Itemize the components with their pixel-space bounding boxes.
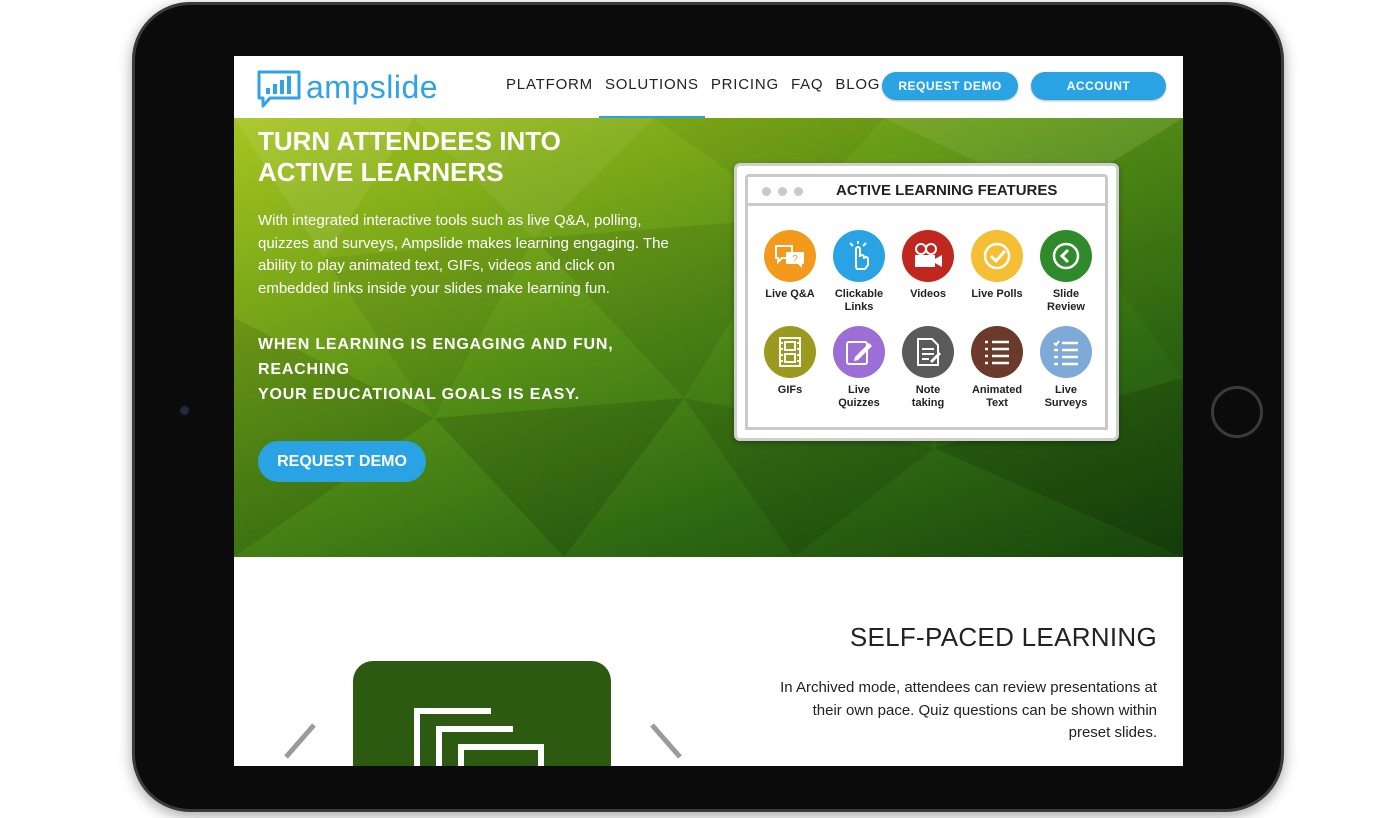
check-circle-icon bbox=[971, 230, 1023, 282]
hero-tagline: WHEN LEARNING IS ENGAGING AND FUN, REACH… bbox=[258, 332, 658, 407]
self-paced-section: SELF-PACED LEARNING In Archived mode, at… bbox=[234, 557, 1183, 766]
hero-title-line2: ACTIVE LEARNERS bbox=[258, 157, 504, 187]
checklist-icon bbox=[1040, 326, 1092, 378]
main-nav: PLATFORM SOLUTIONS PRICING FAQ BLOG bbox=[500, 76, 886, 120]
account-button[interactable]: ACCOUNT bbox=[1031, 72, 1166, 100]
window-dot-icon bbox=[762, 187, 771, 196]
hero-title-line1: TURN ATTENDEES INTO bbox=[258, 126, 561, 156]
features-card: ACTIVE LEARNING FEATURES ? Live Q&A Clic… bbox=[734, 163, 1119, 441]
feature-note-taking[interactable]: Note taking bbox=[893, 326, 963, 410]
nav-faq[interactable]: FAQ bbox=[785, 76, 829, 98]
hero-tagline-line3: YOUR EDUCATIONAL GOALS IS EASY. bbox=[258, 386, 581, 403]
nav-pricing[interactable]: PRICING bbox=[705, 76, 785, 98]
feature-label: Live Q&A bbox=[765, 288, 815, 300]
self-paced-text: In Archived mode, attendees can review p… bbox=[780, 679, 1157, 741]
nav-solutions[interactable]: SOLUTIONS bbox=[598, 76, 705, 120]
site-header: ampslide PLATFORM SOLUTIONS PRICING FAQ … bbox=[234, 56, 1183, 120]
feature-live-polls[interactable]: Live Polls bbox=[962, 230, 1032, 301]
carousel-prev-icon[interactable] bbox=[264, 717, 324, 766]
feature-live-qa[interactable]: ? Live Q&A bbox=[755, 230, 825, 301]
feature-label: Slide Review bbox=[1047, 288, 1085, 313]
hero-paragraph: With integrated interactive tools such a… bbox=[258, 212, 669, 297]
feature-label: Live Quizzes bbox=[838, 384, 880, 409]
feature-gifs[interactable]: GIFs bbox=[755, 326, 825, 397]
nav-platform[interactable]: PLATFORM bbox=[500, 76, 599, 98]
feature-videos[interactable]: Videos bbox=[893, 230, 963, 301]
screen: ampslide PLATFORM SOLUTIONS PRICING FAQ … bbox=[234, 56, 1183, 766]
text-lines-icon bbox=[971, 326, 1023, 378]
request-demo-button[interactable]: REQUEST DEMO bbox=[882, 72, 1018, 100]
logo-bars-icon bbox=[256, 69, 302, 108]
feature-label: Live Surveys bbox=[1044, 384, 1088, 409]
feature-clickable-links[interactable]: Clickable Links bbox=[824, 230, 894, 314]
window-dot-icon bbox=[778, 187, 787, 196]
hero-section: TURN ATTENDEES INTO ACTIVE LEARNERS With… bbox=[234, 118, 1183, 557]
feature-label: Clickable Links bbox=[834, 288, 884, 313]
self-paced-title: SELF-PACED LEARNING bbox=[849, 622, 1157, 652]
slides-illustration bbox=[353, 661, 611, 766]
feature-slide-review[interactable]: Slide Review bbox=[1031, 230, 1101, 314]
features-title: ACTIVE LEARNING FEATURES bbox=[836, 182, 1058, 199]
hero-tagline-line1: WHEN LEARNING IS ENGAGING AND FUN, bbox=[258, 336, 614, 353]
feature-label: Videos bbox=[910, 288, 946, 300]
feature-animated-text[interactable]: Animated Text bbox=[962, 326, 1032, 410]
notepad-icon bbox=[902, 326, 954, 378]
hero-request-demo-button[interactable]: REQUEST DEMO bbox=[258, 441, 426, 482]
chat-bubbles-icon: ? bbox=[764, 230, 816, 282]
stacked-slides-icon bbox=[414, 708, 544, 766]
logo[interactable]: ampslide bbox=[256, 68, 439, 108]
home-button[interactable] bbox=[1211, 386, 1263, 438]
back-arrow-icon bbox=[1040, 230, 1092, 282]
film-strip-icon bbox=[764, 326, 816, 378]
hero-title: TURN ATTENDEES INTO ACTIVE LEARNERS bbox=[258, 126, 561, 188]
card-title-bar: ACTIVE LEARNING FEATURES bbox=[745, 174, 1108, 206]
pointer-hand-icon bbox=[833, 230, 885, 282]
feature-live-surveys[interactable]: Live Surveys bbox=[1031, 326, 1101, 410]
nav-blog[interactable]: BLOG bbox=[829, 76, 886, 98]
svg-text:?: ? bbox=[792, 254, 798, 265]
hero-tagline-line2: REACHING bbox=[258, 361, 350, 378]
feature-label: GIFs bbox=[777, 384, 803, 396]
video-camera-icon bbox=[902, 230, 954, 282]
feature-label: Note taking bbox=[911, 384, 945, 409]
camera-icon bbox=[178, 404, 191, 417]
feature-label: Live Polls bbox=[971, 288, 1023, 300]
feature-live-quizzes[interactable]: Live Quizzes bbox=[824, 326, 894, 410]
pencil-edit-icon bbox=[833, 326, 885, 378]
logo-text: ampslide bbox=[306, 68, 439, 105]
feature-label: Animated Text bbox=[971, 384, 1023, 409]
carousel-next-icon[interactable] bbox=[644, 717, 704, 766]
window-dot-icon bbox=[794, 187, 803, 196]
